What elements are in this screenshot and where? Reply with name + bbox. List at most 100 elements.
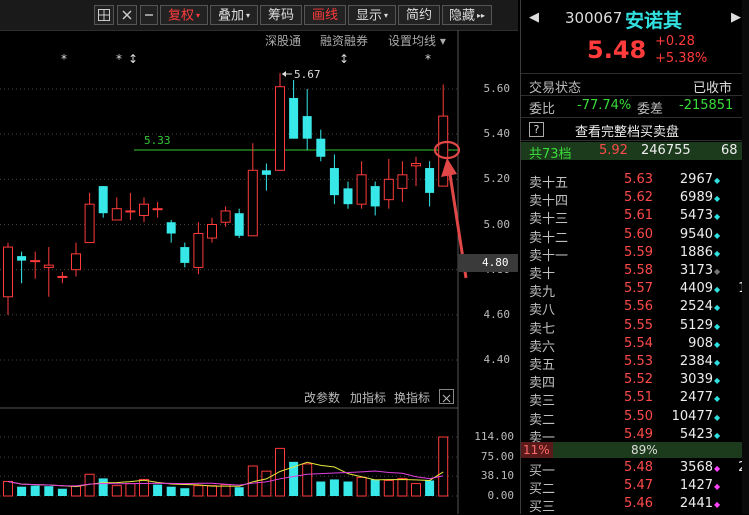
volume-bar — [3, 481, 13, 497]
level-volume: 2441 — [679, 496, 713, 512]
level-volume: 6989 — [679, 190, 713, 206]
volume-bar — [17, 486, 27, 496]
candle-body — [247, 169, 258, 237]
event-marker: * — [116, 52, 122, 66]
level-label: 卖四 — [529, 376, 556, 392]
candle-body — [356, 174, 367, 205]
close-panel-icon[interactable] — [439, 389, 454, 404]
diamond-icon: ◆ — [714, 194, 721, 204]
diamond-icon: ◆ — [714, 285, 721, 295]
volume-bar — [180, 488, 190, 496]
asks-level-row[interactable]: 卖十 5.58 3173 ◆ 44 — [525, 263, 749, 282]
candle-body — [316, 138, 326, 157]
prev-stock-icon[interactable]: ◀ — [529, 10, 539, 25]
trade-status-label: 交易状态 — [529, 81, 582, 96]
candle-body — [3, 246, 13, 298]
candle-body — [261, 170, 271, 175]
volume-bar — [98, 478, 108, 496]
candle-body — [383, 178, 394, 201]
asks-level-row[interactable]: 卖十一 5.59 1886 ◆ 33 — [525, 245, 749, 264]
asks-level-row[interactable]: 卖五 5.53 2384 ◆ 55 — [525, 354, 749, 373]
diamond-icon: ◆ — [714, 394, 721, 404]
level-label: 卖十五 — [529, 176, 569, 191]
volume-bar — [44, 486, 54, 496]
level-label: 买一 — [529, 464, 556, 479]
level-volume: 5129 — [679, 317, 713, 333]
bids-level-row[interactable]: 买三 5.46 2441 ◆ 36 — [525, 496, 749, 515]
diamond-icon: ◆ — [714, 321, 721, 331]
candle-body — [43, 264, 54, 268]
weicha-value: -215851 — [679, 98, 734, 113]
level-price: 5.58 — [624, 263, 653, 278]
volume-bar — [438, 436, 449, 497]
candle-body — [180, 247, 190, 263]
diamond-icon: ◆ — [714, 212, 721, 222]
level-label: 卖五 — [529, 358, 556, 373]
event-marker: * — [425, 52, 431, 66]
asks-level-row[interactable]: 卖八 5.56 2524 ◆ 79 — [525, 299, 749, 318]
level-volume: 3039 — [679, 372, 713, 388]
diamond-icon: ◆ — [714, 303, 721, 313]
asks-level-row[interactable]: 卖十五 5.63 2967 ◆ 80 — [525, 172, 749, 191]
level-volume: 5473 — [679, 208, 713, 224]
asks-level-row[interactable]: 卖二 5.50 10477 ◆ 72 — [525, 408, 749, 428]
event-marker: * — [61, 52, 67, 66]
level-volume: 2967 — [679, 172, 713, 187]
candle-body — [397, 174, 408, 189]
bids-level-row[interactable]: 买二 5.47 1427 ◆ 46 — [525, 478, 749, 497]
price-tick-label: 4.60 — [483, 307, 511, 321]
current-price-tag: 4.80 — [458, 254, 518, 272]
volume-bar — [71, 485, 81, 497]
level-price: 5.55 — [624, 317, 653, 333]
level-label: 卖十四 — [529, 194, 569, 210]
level-volume: 5423 — [679, 426, 713, 442]
level-price: 5.49 — [624, 426, 653, 442]
asks-level-row[interactable]: 卖十三 5.61 5473 ◆ 88 — [525, 208, 749, 227]
asks-level-row[interactable]: 卖六 5.54 908 ◆ 31 — [525, 335, 749, 355]
full-orderbook-link[interactable]: 查看完整档买卖盘 — [575, 121, 679, 140]
asks-level-row[interactable]: 卖七 5.55 5129 ◆ 67 — [525, 317, 749, 337]
add-indicator-button[interactable]: 加指标 — [350, 389, 386, 406]
diamond-icon: ◆ — [714, 500, 721, 510]
level-volume: 908 — [688, 335, 713, 351]
level-volume: 10477 — [671, 408, 713, 424]
weicha-label: 委差 — [637, 102, 664, 117]
level-label: 卖三 — [529, 394, 556, 410]
asks-level-row[interactable]: 卖十二 5.60 9540 ◆ 47 — [525, 226, 749, 246]
level-volume: 2524 — [679, 299, 713, 315]
asks-level-row[interactable]: 卖九 5.57 4409 ◆ 110 — [525, 281, 749, 301]
level-price: 5.60 — [624, 226, 653, 242]
volume-bar — [139, 478, 149, 497]
candle-body — [152, 208, 163, 211]
switch-indicator-button[interactable]: 换指标 — [394, 389, 430, 406]
price-tick-label: 5.00 — [483, 217, 511, 231]
level-label: 卖十一 — [529, 248, 569, 264]
level-volume: 1427 — [679, 478, 713, 494]
level-volume: 9540 — [679, 226, 713, 242]
asks-level-row[interactable]: 卖十四 5.62 6989 ◆ 44 — [525, 190, 749, 210]
volume-bar — [370, 479, 380, 496]
volume-tick-label: 75.00 — [480, 450, 514, 464]
weibi-value: -77.74% — [577, 98, 632, 113]
volume-tick-label: 38.10 — [480, 469, 514, 483]
diamond-icon: ◆ — [714, 339, 721, 349]
level-volume: 4409 — [679, 281, 713, 297]
high-annotation-label: 5.67 — [294, 68, 321, 81]
volume-bar — [356, 476, 367, 497]
diamond-icon: ◆ — [714, 482, 721, 492]
level-label: 卖七 — [529, 321, 556, 337]
bids-level-row[interactable]: 买一 5.48 3568 ◆ 238 — [525, 460, 749, 479]
help-icon[interactable]: ? — [529, 122, 544, 137]
volume-tick-label: 0.00 — [487, 489, 515, 502]
price-tick-label: 5.20 — [483, 172, 511, 186]
edit-params-button[interactable]: 改参数 — [304, 389, 340, 406]
asks-level-row[interactable]: 卖四 5.52 3039 ◆ 57 — [525, 372, 749, 392]
volume-bar — [397, 477, 408, 497]
volume-bar — [166, 486, 176, 496]
next-stock-icon[interactable]: ▶ — [731, 10, 741, 25]
asks-level-row[interactable]: 卖三 5.51 2477 ◆ 64 — [525, 390, 749, 410]
volume-bar — [30, 485, 40, 496]
price-chart[interactable]: 5.33 * * ↕ ↕ * 5.67 — [0, 0, 518, 514]
level-label: 卖九 — [529, 285, 556, 301]
ratio-right: 89% — [631, 443, 658, 457]
